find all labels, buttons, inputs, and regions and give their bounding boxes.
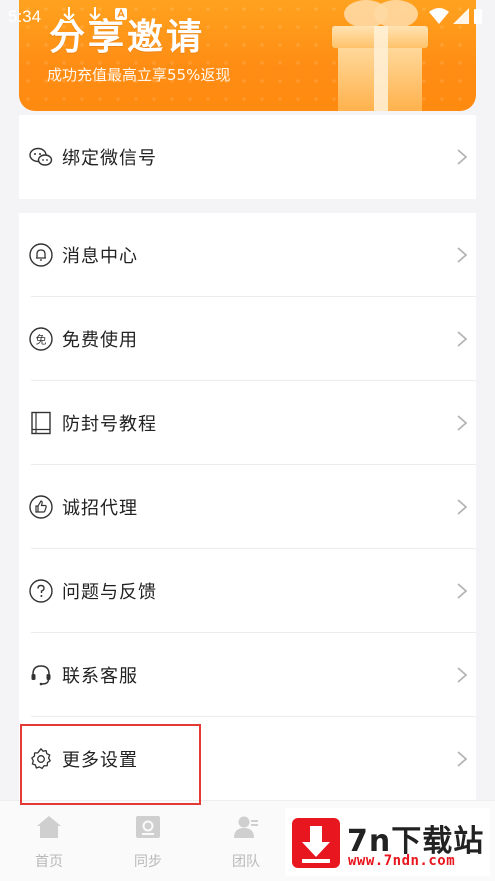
chevron-right-icon bbox=[457, 247, 468, 263]
battery-icon bbox=[474, 9, 482, 24]
chevron-right-icon bbox=[457, 499, 468, 515]
menu-item-more-settings[interactable]: 更多设置 bbox=[19, 717, 476, 801]
menu-item-anti-ban-tutorial[interactable]: 防封号教程 bbox=[19, 381, 476, 465]
menu-item-label: 更多设置 bbox=[62, 750, 138, 771]
download-arrow-icon bbox=[292, 818, 340, 868]
nav-tab-team[interactable]: 团队 bbox=[216, 815, 276, 871]
menu-item-bind-wechat[interactable]: 绑定微信号 bbox=[19, 115, 476, 199]
download-icon bbox=[63, 7, 75, 23]
menu-card: 消息中心 免 免费使用 防封号教程 诚招代理 问题与反馈 联系客服 更多设置 bbox=[19, 213, 476, 801]
wechat-card: 绑定微信号 bbox=[19, 115, 476, 199]
nav-tab-label: 首页 bbox=[35, 854, 63, 870]
chevron-right-icon bbox=[457, 415, 468, 431]
nav-tab-label: 团队 bbox=[232, 854, 260, 870]
download-icon bbox=[89, 7, 101, 23]
menu-item-free-use[interactable]: 免 免费使用 bbox=[19, 297, 476, 381]
menu-item-label: 联系客服 bbox=[62, 666, 138, 687]
free-icon: 免 bbox=[29, 327, 53, 351]
thumbs-up-icon bbox=[29, 495, 53, 519]
menu-item-feedback[interactable]: 问题与反馈 bbox=[19, 549, 476, 633]
nav-tab-sync[interactable]: 同步 bbox=[118, 815, 178, 871]
menu-item-label: 免费使用 bbox=[62, 330, 138, 351]
watermark-logo: 7n下载站 www.7ndn.com bbox=[285, 808, 490, 876]
question-icon bbox=[29, 579, 53, 603]
menu-item-label: 防封号教程 bbox=[62, 414, 157, 435]
wechat-icon bbox=[29, 147, 53, 166]
menu-item-message-center[interactable]: 消息中心 bbox=[19, 213, 476, 297]
status-time: 5:34 bbox=[8, 7, 42, 26]
menu-item-label: 问题与反馈 bbox=[62, 582, 157, 603]
bell-icon bbox=[29, 243, 53, 267]
chevron-right-icon bbox=[457, 583, 468, 599]
menu-item-label: 消息中心 bbox=[62, 246, 138, 267]
chevron-right-icon bbox=[457, 667, 468, 683]
menu-item-customer-service[interactable]: 联系客服 bbox=[19, 633, 476, 717]
svg-text:免: 免 bbox=[36, 333, 47, 347]
chevron-right-icon bbox=[457, 751, 468, 767]
menu-item-label: 绑定微信号 bbox=[62, 148, 157, 169]
home-icon bbox=[37, 816, 61, 838]
book-icon bbox=[31, 411, 51, 435]
menu-item-recruit-agents[interactable]: 诚招代理 bbox=[19, 465, 476, 549]
chevron-right-icon bbox=[457, 331, 468, 347]
gear-icon bbox=[31, 748, 51, 770]
signal-icon bbox=[453, 8, 469, 24]
team-icon bbox=[234, 816, 258, 838]
sync-icon bbox=[136, 816, 160, 838]
nav-tab-home[interactable]: 首页 bbox=[19, 815, 79, 871]
headset-icon bbox=[31, 665, 51, 686]
banner-subtitle: 成功充值最高立享55%返现 bbox=[47, 66, 231, 84]
watermark-url: www.7ndn.com bbox=[348, 853, 456, 869]
nav-tab-label: 同步 bbox=[134, 854, 162, 870]
menu-item-label: 诚招代理 bbox=[62, 498, 138, 519]
status-bar: 5:34 bbox=[0, 0, 495, 34]
wifi-icon bbox=[429, 8, 449, 24]
chevron-right-icon bbox=[457, 149, 468, 165]
notification-a-icon bbox=[115, 8, 127, 20]
